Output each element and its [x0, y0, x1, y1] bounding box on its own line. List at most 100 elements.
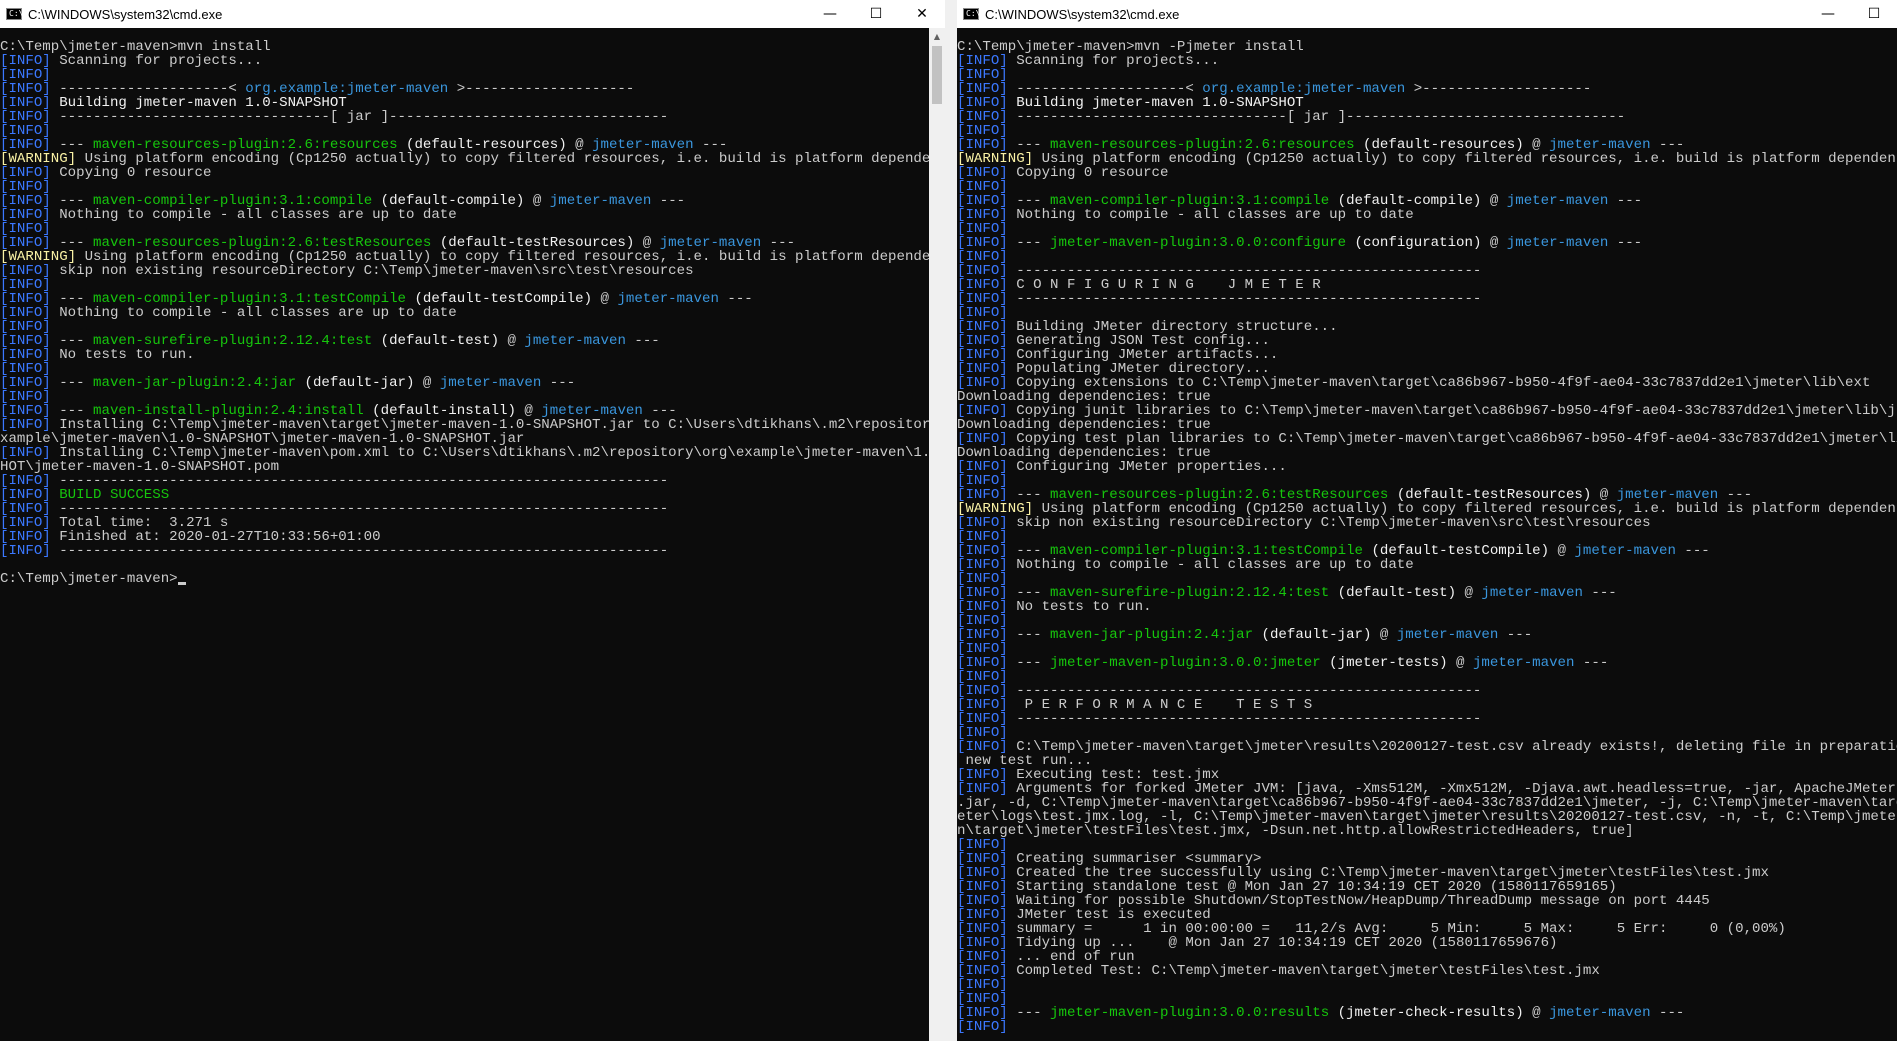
console-line: [INFO] ---------------------------------… — [0, 544, 929, 558]
log-level-tag: [INFO] — [0, 68, 51, 82]
cmd-icon: C:\ — [963, 8, 980, 20]
console-line: [INFO] skip non existing resourceDirecto… — [957, 516, 1897, 530]
console-line: [WARNING] Using platform encoding (Cp125… — [957, 152, 1897, 166]
console-text: Starting standalone test @ Mon Jan 27 10… — [1007, 880, 1617, 894]
log-level-tag: [INFO] — [957, 474, 1008, 488]
close-button[interactable]: ✕ — [899, 0, 945, 28]
log-level-tag: [INFO] — [957, 544, 1008, 558]
console-text: Downloading dependencies: true — [957, 418, 1211, 432]
log-level-tag: [INFO] — [0, 124, 51, 138]
console-text: --- — [625, 334, 660, 348]
console-line: [INFO] — [0, 180, 929, 194]
console-text: --- — [1007, 586, 1051, 600]
console-text: --- — [1007, 236, 1051, 250]
console-line: Downloading dependencies: true — [957, 390, 1897, 404]
log-level-tag: [INFO] — [957, 922, 1008, 936]
console-text: (default-jar) — [296, 376, 415, 390]
console-text: --- — [1007, 1006, 1051, 1020]
console-line: [INFO] — [957, 306, 1897, 320]
scroll-up-arrow-icon[interactable]: ▲ — [929, 28, 945, 44]
log-level-tag: [INFO] — [957, 348, 1008, 362]
text-cursor — [177, 582, 186, 585]
log-level-tag: [INFO] — [957, 376, 1008, 390]
console-text: (default-compile) — [372, 194, 525, 208]
console-text: Configuring JMeter properties... — [1007, 460, 1287, 474]
console-text: --- — [541, 376, 576, 390]
log-level-tag: [INFO] — [0, 516, 51, 530]
console-line: [INFO] --- maven-jar-plugin:2.4:jar (def… — [0, 376, 929, 390]
console-text: @ — [1523, 138, 1550, 152]
console-line: [INFO] --- maven-compiler-plugin:3.1:tes… — [0, 292, 929, 306]
log-level-tag: [INFO] — [0, 488, 51, 502]
console-text: jmeter-maven — [524, 334, 626, 348]
vertical-scrollbar[interactable]: ▲ — [929, 28, 945, 1041]
command-prompt[interactable]: C:\Temp\jmeter-maven> — [0, 572, 929, 586]
maximize-button[interactable]: ☐ — [853, 0, 899, 28]
console-text: (configuration) — [1346, 236, 1482, 250]
log-level-tag: [INFO] — [957, 194, 1008, 208]
console-text: jmeter-maven — [439, 376, 542, 390]
console-line: [INFO] --- maven-compiler-plugin:3.1:com… — [957, 194, 1897, 208]
cmd-window-right[interactable]: C:\ C:\WINDOWS\system32\cmd.exe — ☐ C:\T… — [957, 0, 1897, 1041]
console-line: [INFO] --- maven-surefire-plugin:2.12.4:… — [957, 586, 1897, 600]
console-text: jmeter-maven — [1616, 488, 1719, 502]
scrollbar-thumb[interactable] — [932, 46, 942, 104]
log-level-tag: [INFO] — [0, 236, 51, 250]
console-text: maven-resources-plugin:2.6:testResources — [1050, 488, 1389, 502]
console-text: --- — [1007, 138, 1051, 152]
log-level-tag: [INFO] — [957, 250, 1008, 264]
console-text: xample\jmeter-maven\1.0-SNAPSHOT\jmeter-… — [0, 432, 525, 446]
console-line: [INFO] Scanning for projects... — [957, 54, 1897, 68]
log-level-tag: [INFO] — [0, 362, 51, 376]
console-output[interactable]: C:\Temp\jmeter-maven>mvn install [INFO] S… — [0, 28, 929, 1041]
log-level-tag: [INFO] — [957, 572, 1008, 586]
log-level-tag: [INFO] — [957, 68, 1008, 82]
console-text: (default-jar) — [1253, 628, 1372, 642]
console-text: JMeter test is executed — [1007, 908, 1211, 922]
console-text: Building JMeter directory structure... — [1007, 320, 1338, 334]
console-line: [INFO] ---------------------------------… — [957, 684, 1897, 698]
console-line: [INFO] Arguments for forked JMeter JVM: … — [957, 782, 1897, 796]
console-text: Building jmeter-maven 1.0-SNAPSHOT — [1007, 96, 1304, 110]
console-text: --- — [1007, 656, 1051, 670]
console-text: jmeter-maven — [1549, 138, 1651, 152]
log-level-tag: [INFO] — [0, 474, 51, 488]
console-line: [INFO] — [957, 180, 1897, 194]
log-level-tag: [INFO] — [957, 1006, 1008, 1020]
console-text: @ — [634, 236, 660, 250]
minimize-button[interactable]: — — [1805, 0, 1851, 28]
log-level-tag: [INFO] — [957, 698, 1008, 712]
minimize-button[interactable]: — — [807, 0, 853, 28]
console-text: --- — [1574, 656, 1609, 670]
console-text: Scanning for projects... — [1007, 54, 1220, 68]
console-text: @ — [1456, 586, 1482, 600]
console-text: (default-testResources) — [1388, 488, 1592, 502]
console-line: [INFO] --- maven-install-plugin:2.4:inst… — [0, 404, 929, 418]
console-text: @ — [1481, 236, 1507, 250]
log-level-tag: [INFO] — [0, 96, 51, 110]
title-bar[interactable]: C:\ C:\WINDOWS\system32\cmd.exe — ☐ ✕ — [0, 0, 945, 28]
console-text: --- — [718, 292, 753, 306]
window-title: C:\WINDOWS\system32\cmd.exe — [985, 6, 1180, 22]
console-text: C:\Temp\jmeter-maven\target\jmeter\resul… — [1007, 740, 1897, 754]
console-line: [INFO] --- jmeter-maven-plugin:3.0.0:res… — [957, 1006, 1897, 1020]
console-line: [INFO] BUILD SUCCESS — [0, 488, 929, 502]
console-output[interactable]: C:\Temp\jmeter-maven>mvn -Pjmeter instal… — [957, 28, 1897, 1041]
maximize-button[interactable]: ☐ — [1851, 0, 1897, 28]
prompt-text: C:\Temp\jmeter-maven> — [0, 572, 178, 586]
log-level-tag: [INFO] — [957, 404, 1008, 418]
console-text: (default-test) — [1329, 586, 1457, 600]
console-text: Copying junit libraries to C:\Temp\jmete… — [1007, 404, 1897, 418]
cmd-window-left[interactable]: C:\ C:\WINDOWS\system32\cmd.exe — ☐ ✕ C:… — [0, 0, 945, 1041]
console-text: maven-jar-plugin:2.4:jar — [93, 376, 297, 390]
console-line: [INFO] Copying 0 resource — [0, 166, 929, 180]
console-line: [INFO] Copying test plan libraries to C:… — [957, 432, 1897, 446]
console-text: Using platform encoding (Cp1250 actually… — [1033, 152, 1897, 166]
console-text: --- — [761, 236, 796, 250]
console-text: Populating JMeter directory... — [1007, 362, 1270, 376]
log-level-tag: [INFO] — [957, 992, 1008, 1006]
console-line: [INFO] Building jmeter-maven 1.0-SNAPSHO… — [957, 96, 1897, 110]
title-bar[interactable]: C:\ C:\WINDOWS\system32\cmd.exe — ☐ — [957, 0, 1897, 28]
log-level-tag: [INFO] — [957, 642, 1008, 656]
